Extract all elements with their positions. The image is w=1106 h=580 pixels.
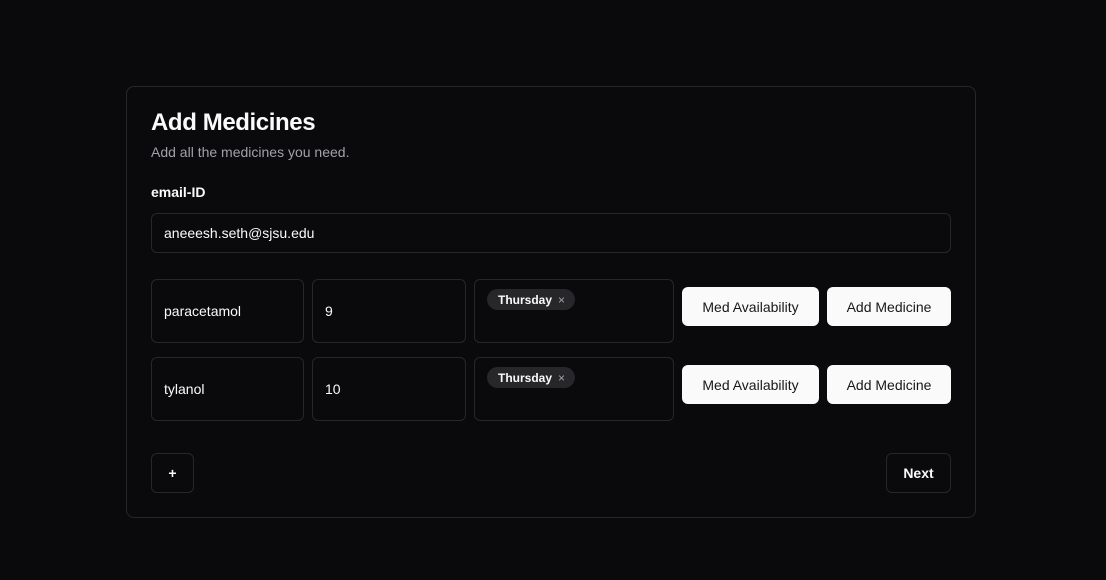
page-subtitle: Add all the medicines you need. xyxy=(151,144,350,160)
medicine-quantity-input[interactable] xyxy=(312,357,466,421)
next-button[interactable]: Next xyxy=(886,453,951,493)
email-label: email-ID xyxy=(151,184,206,200)
add-medicine-button[interactable]: Add Medicine xyxy=(827,287,951,326)
close-icon[interactable]: × xyxy=(558,294,565,306)
medicine-name-input[interactable] xyxy=(151,357,304,421)
medicine-name-input[interactable] xyxy=(151,279,304,343)
day-chip: Thursday × xyxy=(487,289,576,310)
days-multiselect[interactable]: Thursday × xyxy=(474,279,674,343)
medicine-row: Thursday × Med Availability Add Medicine xyxy=(151,357,951,421)
day-chip-label: Thursday xyxy=(498,370,553,385)
page-title: Add Medicines xyxy=(151,109,316,136)
med-availability-button[interactable]: Med Availability xyxy=(682,365,819,404)
days-multiselect[interactable]: Thursday × xyxy=(474,357,674,421)
close-icon[interactable]: × xyxy=(558,372,565,384)
add-medicine-button[interactable]: Add Medicine xyxy=(827,365,951,404)
plus-icon: + xyxy=(168,465,177,481)
email-input[interactable] xyxy=(151,213,951,253)
medicine-quantity-input[interactable] xyxy=(312,279,466,343)
day-chip: Thursday × xyxy=(487,367,576,388)
med-availability-button[interactable]: Med Availability xyxy=(682,287,819,326)
add-medicines-card: Add Medicines Add all the medicines you … xyxy=(126,86,976,518)
medicine-row: Thursday × Med Availability Add Medicine xyxy=(151,279,951,343)
add-row-button[interactable]: + xyxy=(151,453,194,493)
day-chip-label: Thursday xyxy=(498,292,553,307)
